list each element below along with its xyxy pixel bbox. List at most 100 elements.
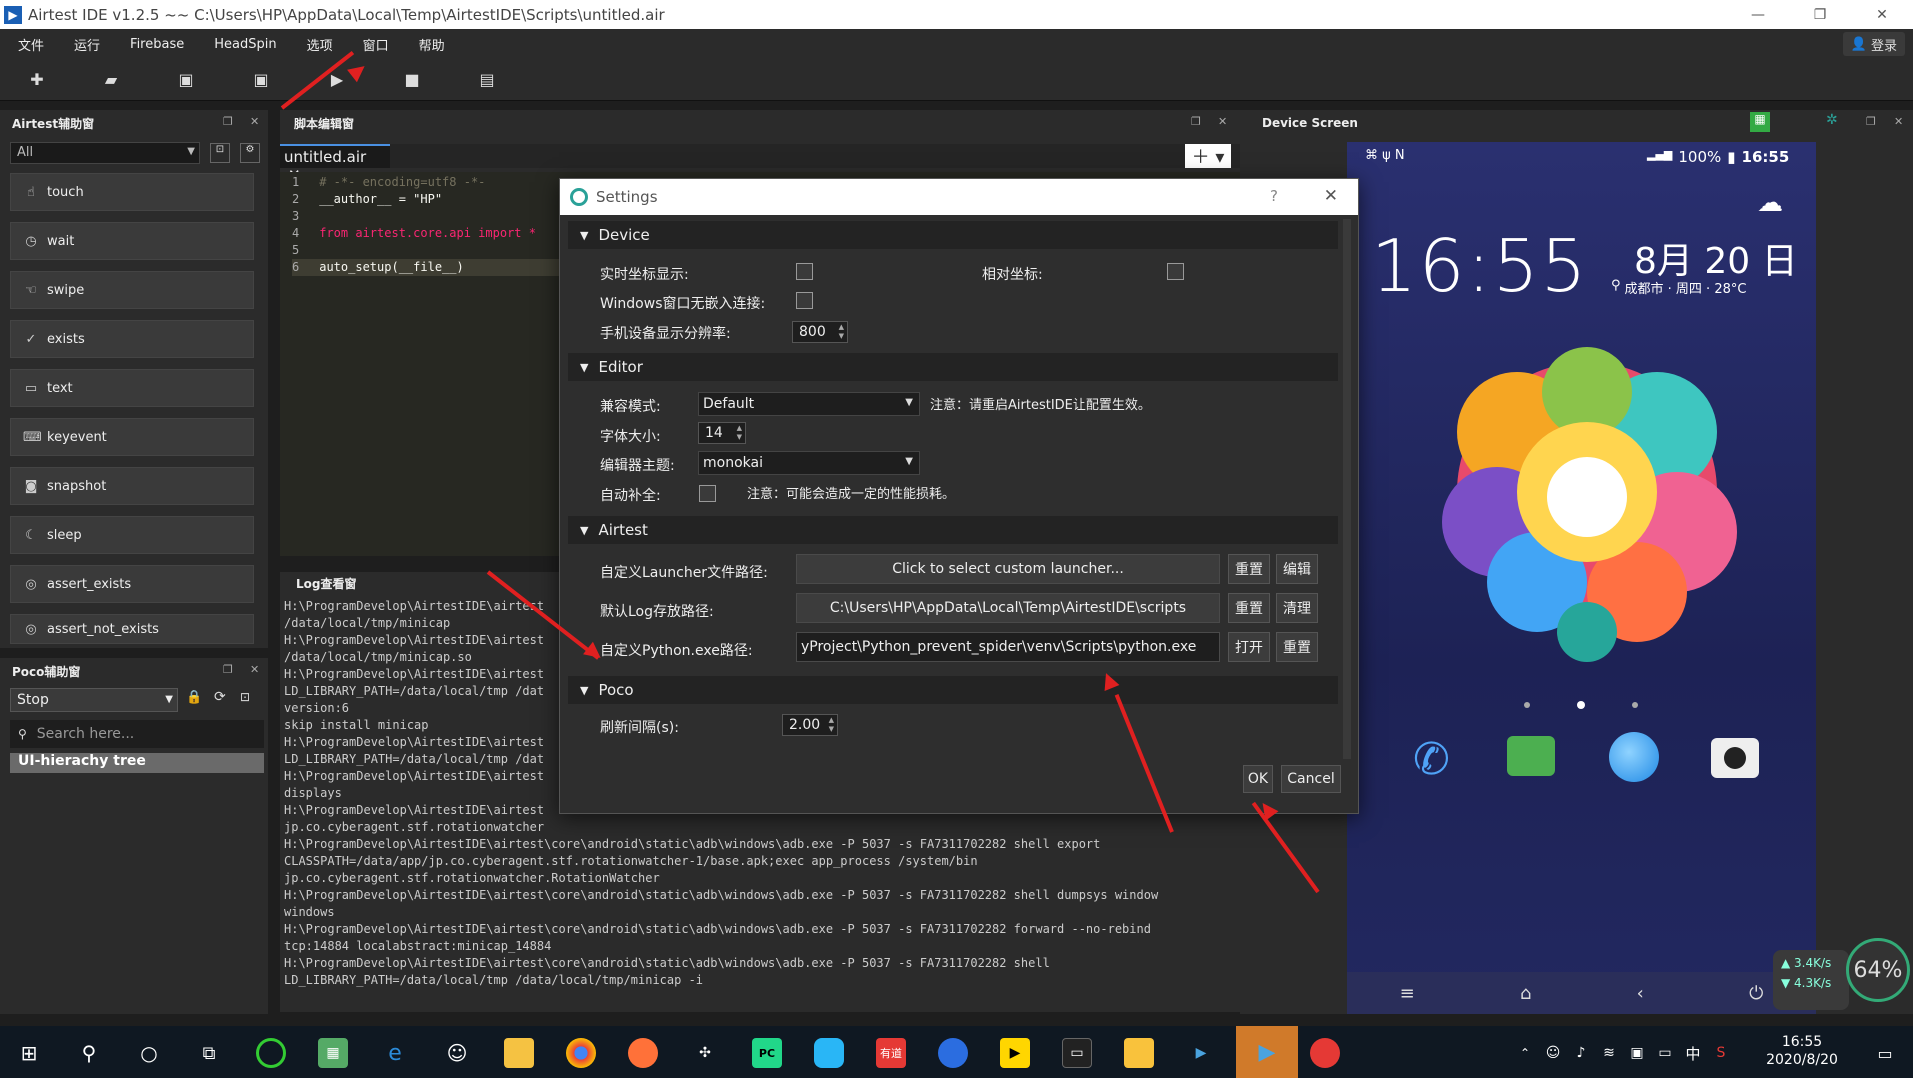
- dialog-scrollbar[interactable]: [1343, 219, 1351, 759]
- volume-icon[interactable]: ♪: [1566, 1038, 1596, 1068]
- close-icon[interactable]: ✕: [1894, 115, 1903, 128]
- log-icon[interactable]: ▤: [475, 67, 499, 91]
- log-reset-button[interactable]: 重置: [1228, 593, 1270, 623]
- spin-arrows-icon[interactable]: ▲ ▼: [839, 323, 844, 341]
- interval-spinbox[interactable]: 2.00 ▲ ▼: [782, 714, 838, 736]
- notes-icon[interactable]: [504, 1038, 534, 1068]
- float-icon[interactable]: ❐: [223, 115, 233, 128]
- swipe-button[interactable]: ☜ swipe: [10, 271, 254, 309]
- refresh-icon[interactable]: ⟳: [214, 689, 226, 705]
- taskbar-clock[interactable]: 16:55 2020/8/20: [1752, 1034, 1852, 1068]
- app-icon[interactable]: [256, 1038, 286, 1068]
- help-button[interactable]: ?: [1270, 187, 1278, 205]
- messages-icon[interactable]: [1507, 736, 1555, 776]
- close-dialog-button[interactable]: ✕: [1324, 186, 1338, 206]
- wait-button[interactable]: ◷ wait: [10, 222, 254, 260]
- qq-icon[interactable]: ☺: [442, 1038, 472, 1068]
- cortana-icon[interactable]: ○: [134, 1038, 164, 1068]
- text-button[interactable]: ▭ text: [10, 369, 254, 407]
- network-icon[interactable]: ▣: [1622, 1038, 1652, 1068]
- close-window-button[interactable]: ✕: [1851, 0, 1913, 29]
- compat-select[interactable]: Default ▼: [698, 392, 920, 416]
- open-folder-icon[interactable]: ▰: [99, 67, 123, 91]
- python-path-input[interactable]: yProject\Python_prevent_spider\venv\Scri…: [796, 632, 1220, 662]
- tab-untitled[interactable]: untitled.air ✕: [280, 144, 390, 184]
- airtest-filter-select[interactable]: All ▼: [10, 142, 200, 164]
- windows-start-icon[interactable]: ⊞: [14, 1038, 44, 1068]
- login-button[interactable]: 👤 登录: [1842, 32, 1905, 56]
- wifi-icon[interactable]: ≋: [1594, 1038, 1624, 1068]
- menu-options[interactable]: 选项: [292, 35, 348, 54]
- new-script-icon[interactable]: ✚: [25, 67, 49, 91]
- back-icon[interactable]: ‹: [1637, 983, 1644, 1004]
- cancel-button[interactable]: Cancel: [1281, 765, 1341, 793]
- ui-hierarchy-tree[interactable]: UI-hierachy tree: [10, 753, 264, 773]
- firefox-icon[interactable]: [628, 1038, 658, 1068]
- app-icon[interactable]: [938, 1038, 968, 1068]
- realtime-coord-checkbox[interactable]: [796, 263, 813, 280]
- close-icon[interactable]: ✕: [1218, 115, 1227, 128]
- autocomplete-checkbox[interactable]: [699, 485, 716, 502]
- youdao-icon[interactable]: 有道: [876, 1038, 906, 1068]
- menu-headspin[interactable]: HeadSpin: [199, 37, 291, 52]
- stop-icon[interactable]: ■: [400, 67, 424, 91]
- camera-icon[interactable]: [1711, 738, 1759, 778]
- spin-arrows-icon[interactable]: ▲ ▼: [829, 716, 834, 734]
- save-icon[interactable]: ▣: [174, 67, 198, 91]
- launcher-reset-button[interactable]: 重置: [1228, 554, 1270, 584]
- minimize-button[interactable]: —: [1727, 0, 1789, 29]
- tools-icon[interactable]: ✲: [1826, 112, 1838, 128]
- python-reset-button[interactable]: 重置: [1276, 632, 1318, 662]
- device-screen[interactable]: ⌘ ψ N ▂▄▆ 100% ▮ 16:55 ☁ 16:55 8月 20 日 ⚲…: [1347, 142, 1816, 1014]
- maximize-button[interactable]: ❐: [1789, 0, 1851, 29]
- sogou-icon[interactable]: S: [1706, 1038, 1736, 1068]
- notifications-icon[interactable]: ▭: [1870, 1038, 1900, 1068]
- menu-help[interactable]: 帮助: [404, 35, 460, 54]
- record-icon[interactable]: ⊡: [210, 143, 230, 163]
- poco-search-input[interactable]: ⚲ Search here...: [10, 720, 264, 748]
- lock-icon[interactable]: 🔒: [186, 690, 202, 705]
- task-view-icon[interactable]: ⧉: [194, 1038, 224, 1068]
- poco-section-header[interactable]: ▼ Poco: [568, 676, 1338, 704]
- record-icon[interactable]: ⊡: [240, 690, 250, 704]
- tray-chevron-icon[interactable]: ⌃: [1510, 1038, 1540, 1068]
- launcher-path-button[interactable]: Click to select custom launcher...: [796, 554, 1220, 584]
- close-icon[interactable]: ✕: [250, 663, 259, 676]
- touch-button[interactable]: ☝ touch: [10, 173, 254, 211]
- float-icon[interactable]: ❐: [1866, 115, 1876, 128]
- menu-run[interactable]: 运行: [59, 35, 115, 54]
- app-icon[interactable]: [814, 1038, 844, 1068]
- phone-icon[interactable]: ✆: [1413, 734, 1450, 785]
- pycharm-icon[interactable]: PC: [752, 1038, 782, 1068]
- add-tab-button[interactable]: ＋ ▾: [1185, 144, 1231, 168]
- power-icon[interactable]: ⏻: [1749, 983, 1763, 1004]
- ok-button[interactable]: OK: [1243, 765, 1273, 793]
- battery-icon[interactable]: ▭: [1650, 1038, 1680, 1068]
- airtest-active-icon[interactable]: ▶: [1236, 1026, 1298, 1078]
- keyevent-button[interactable]: ⌨ keyevent: [10, 418, 254, 456]
- airtest-section-header[interactable]: ▼ Airtest: [568, 516, 1338, 544]
- device-section-header[interactable]: ▼ Device: [568, 221, 1338, 249]
- home-icon[interactable]: ⌂: [1520, 983, 1531, 1004]
- float-icon[interactable]: ❐: [223, 663, 233, 676]
- browser-icon[interactable]: [1609, 732, 1659, 782]
- python-open-button[interactable]: 打开: [1228, 632, 1270, 662]
- menu-window[interactable]: 窗口: [348, 35, 404, 54]
- airtest-icon[interactable]: ▶: [1186, 1038, 1216, 1068]
- app-icon[interactable]: [1310, 1038, 1340, 1068]
- theme-select[interactable]: monokai ▼: [698, 451, 920, 475]
- settings-icon[interactable]: ⚙: [240, 143, 260, 163]
- log-clear-button[interactable]: 清理: [1276, 593, 1318, 623]
- exists-button[interactable]: ✓ exists: [10, 320, 254, 358]
- launcher-edit-button[interactable]: 编辑: [1276, 554, 1318, 584]
- snapshot-button[interactable]: ◙ snapshot: [10, 467, 254, 505]
- menu-icon[interactable]: ≡: [1400, 983, 1415, 1004]
- log-path-button[interactable]: C:\Users\HP\AppData\Local\Temp\AirtestID…: [796, 593, 1220, 623]
- edge-icon[interactable]: e: [380, 1038, 410, 1068]
- terminal-icon[interactable]: ▭: [1062, 1038, 1092, 1068]
- relative-coord-checkbox[interactable]: [1167, 263, 1184, 280]
- spin-arrows-icon[interactable]: ▲ ▼: [737, 424, 742, 442]
- fontsize-spinbox[interactable]: 14 ▲ ▼: [698, 422, 746, 444]
- save-as-icon[interactable]: ▣: [249, 67, 273, 91]
- windows-embed-checkbox[interactable]: [796, 292, 813, 309]
